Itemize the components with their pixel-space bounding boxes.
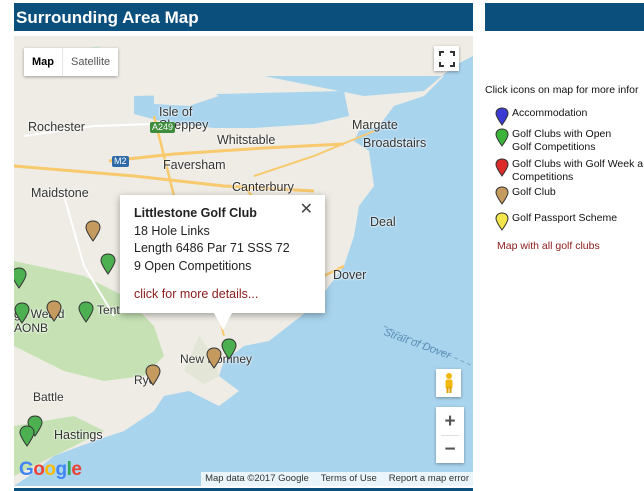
label-maidstone: Maidstone <box>31 186 89 200</box>
map-data-credit: Map data ©2017 Google <box>205 473 309 484</box>
passport-pin-icon <box>495 212 509 231</box>
open-competition-marker[interactable] <box>19 425 35 447</box>
all-golf-clubs-link[interactable]: Map with all golf clubs <box>497 240 600 252</box>
golf-club-marker[interactable] <box>145 364 161 386</box>
label-dover: Dover <box>333 268 367 282</box>
sidebar-header <box>485 3 644 31</box>
fullscreen-icon <box>438 50 455 67</box>
open-competition-marker[interactable] <box>100 253 116 275</box>
info-window-title: Littlestone Golf Club <box>134 206 257 220</box>
label-battle: Battle <box>33 390 64 404</box>
label-whitstable: Whitstable <box>217 133 276 147</box>
road-m2: M2 <box>112 156 129 167</box>
map-type-satellite-button[interactable]: Satellite <box>62 48 118 76</box>
legend-label: Golf Passport Scheme <box>512 212 618 224</box>
pegman-icon <box>445 373 452 393</box>
close-icon[interactable]: ✕ <box>300 201 313 219</box>
map-attribution: Map data ©2017 Google Terms of Use Repor… <box>201 472 473 486</box>
open-competition-marker[interactable] <box>14 302 30 324</box>
road-a249: A249 <box>150 122 176 133</box>
info-window-length: Length 6486 Par 71 SSS 72 <box>134 241 290 255</box>
legend-golf-week: Golf Clubs with Golf Week a Competitions <box>495 158 644 183</box>
street-view-pegman[interactable] <box>436 369 461 397</box>
golf-club-marker[interactable] <box>46 300 62 322</box>
info-window-competitions: 9 Open Competitions <box>134 258 252 273</box>
golf-club-marker[interactable] <box>85 220 101 242</box>
legend-passport-scheme: Golf Passport Scheme <box>495 212 644 231</box>
label-rochester: Rochester <box>28 120 85 134</box>
legend-golf-club: Golf Club <box>495 186 644 205</box>
open-competition-marker-littlestone[interactable] <box>221 338 237 360</box>
label-deal: Deal <box>370 215 396 229</box>
info-window-holes: 18 Hole Links <box>134 223 210 238</box>
report-error-link[interactable]: Report a map error <box>389 472 469 486</box>
info-window: Littlestone Golf Club 18 Hole Links Leng… <box>120 195 325 313</box>
fullscreen-button[interactable] <box>434 46 459 71</box>
golf-club-pin-icon <box>495 186 509 205</box>
more-details-link[interactable]: click for more details... <box>134 286 311 304</box>
accommodation-pin-icon <box>495 107 509 126</box>
label-margate: Margate <box>352 118 398 132</box>
label-tenterden: Tent <box>97 303 120 317</box>
zoom-out-button[interactable]: − <box>436 436 464 463</box>
label-hastings: Hastings <box>54 428 103 442</box>
golf-club-marker[interactable] <box>206 347 222 369</box>
map-type-control: Map Satellite <box>24 48 119 76</box>
google-logo: Google <box>19 459 82 480</box>
open-competition-marker[interactable] <box>14 267 27 289</box>
info-window-pointer <box>214 313 232 330</box>
open-competition-pin-icon <box>495 128 509 147</box>
map-type-map-button[interactable]: Map <box>24 48 62 76</box>
label-broadstairs: Broadstairs <box>363 136 427 150</box>
golf-week-pin-icon <box>495 158 509 177</box>
legend-label: Golf Clubs with Golf Week a Competitions <box>512 158 644 183</box>
terms-link[interactable]: Terms of Use <box>321 472 377 486</box>
legend-label: Golf Club <box>512 186 556 198</box>
open-competition-marker[interactable] <box>78 301 94 323</box>
map-instructions: Click icons on map for more infor <box>485 84 639 96</box>
legend-label: Accommodation <box>512 107 588 119</box>
zoom-control: + − <box>436 407 464 463</box>
page-title: Surrounding Area Map <box>14 3 473 31</box>
legend-accommodation: Accommodation <box>495 107 644 126</box>
zoom-in-button[interactable]: + <box>436 408 464 435</box>
label-canterbury: Canterbury <box>232 180 294 194</box>
label-faversham: Faversham <box>163 158 226 172</box>
legend-label: Golf Clubs with Open Golf Competitions <box>512 128 612 153</box>
legend-open-competitions: Golf Clubs with Open Golf Competitions <box>495 128 644 153</box>
